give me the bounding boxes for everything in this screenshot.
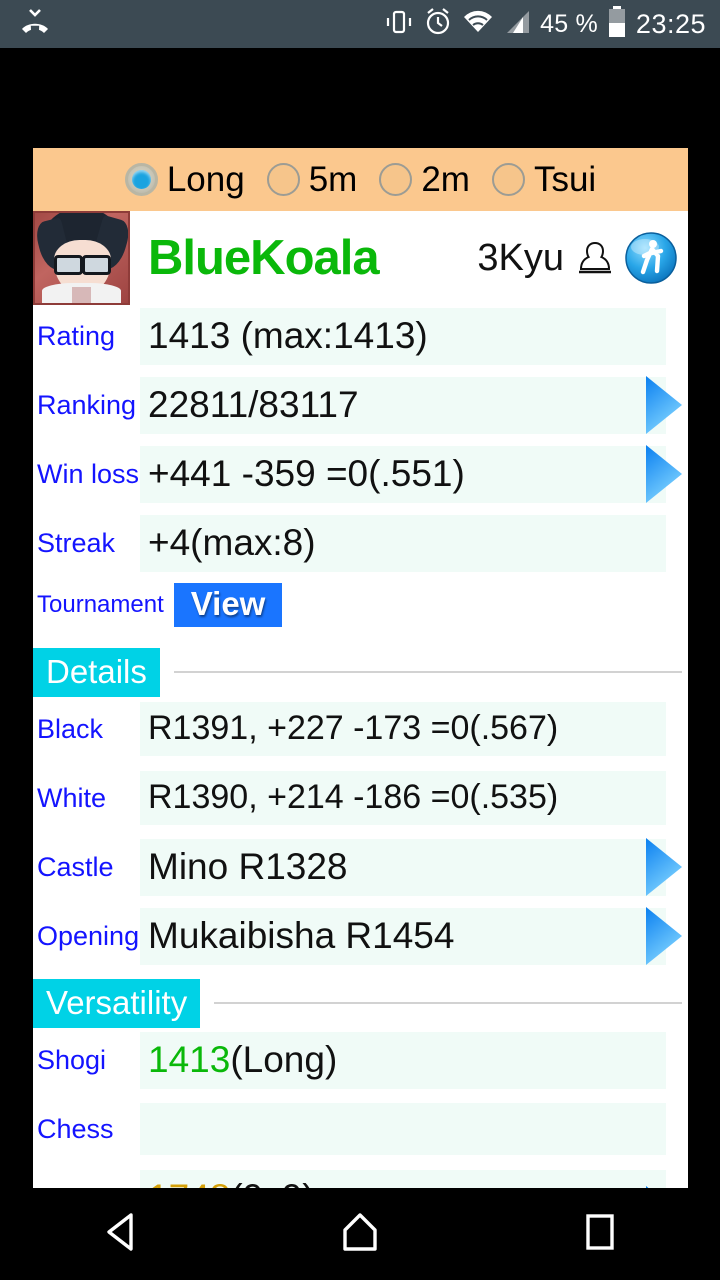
stat-label-streak: Streak <box>37 527 116 558</box>
versatility-row-chess: Chess <box>33 1098 688 1160</box>
versatility-header-chip: Versatility <box>33 978 201 1028</box>
back-triangle-icon <box>101 1211 139 1258</box>
versatility-value-go: 1748(9x9) <box>140 1169 666 1189</box>
radio-5m-label: 5m <box>308 160 358 199</box>
nav-home-button[interactable] <box>300 1188 420 1280</box>
section-header-details: Details <box>33 646 688 698</box>
detail-value-black: R1391, +227 -173 =0(.567) <box>140 702 666 756</box>
android-navigation-bar <box>0 1188 720 1280</box>
versatility-label-chess: Chess <box>37 1113 114 1144</box>
radio-long-icon[interactable] <box>124 163 158 196</box>
stat-row-streak: Streak +4(max:8) <box>33 512 688 574</box>
versatility-divider <box>214 1002 682 1004</box>
detail-row-black: Black R1391, +227 -173 =0(.567) <box>33 698 688 760</box>
radio-5m-icon[interactable] <box>266 163 300 196</box>
cellular-signal-icon <box>503 9 531 40</box>
stat-value-winloss: +441 -359 =0(.551) <box>140 445 666 503</box>
radio-2m-label: 2m <box>421 160 470 199</box>
radio-tsui-label: Tsui <box>533 160 597 199</box>
detail-row-opening[interactable]: Opening Mukaibisha R1454 <box>33 905 688 967</box>
home-icon <box>339 1211 381 1258</box>
time-control-filter: Long 5m 2m Tsui <box>33 148 688 211</box>
phone-screen: 45 % 23:25 Long 5m 2m Tsui BlueKoala 3Ky… <box>0 0 720 1280</box>
nav-back-button[interactable] <box>60 1188 180 1280</box>
status-bar-right: 45 % 23:25 <box>384 5 706 43</box>
section-header-versatility: Versatility <box>33 977 688 1029</box>
clock: 23:25 <box>635 8 706 39</box>
versatility-row-go[interactable]: Go 1748(9x9) <box>33 1167 688 1188</box>
detail-label-black: Black <box>37 713 104 744</box>
radio-tsui-icon[interactable] <box>491 163 525 196</box>
stat-label-rating: Rating <box>37 320 116 351</box>
nav-recents-button[interactable] <box>540 1188 660 1280</box>
versatility-suffix-shogi: (Long) <box>230 1038 338 1080</box>
vibrate-icon <box>384 7 414 42</box>
versatility-rating-go: 1748 <box>148 1177 230 1189</box>
walking-status-icon[interactable] <box>624 231 678 285</box>
username: BlueKoala <box>148 230 380 285</box>
opening-chevron-right-icon[interactable] <box>644 905 684 967</box>
detail-label-castle: Castle <box>37 851 114 882</box>
stat-row-rating: Rating 1413 (max:1413) <box>33 305 688 367</box>
player-profile-card: Long 5m 2m Tsui BlueKoala 3Kyu Rating 14… <box>33 148 688 1188</box>
radio-2m-icon[interactable] <box>379 163 413 196</box>
detail-row-white: White R1390, +214 -186 =0(.535) <box>33 767 688 829</box>
detail-value-white: R1390, +214 -186 =0(.535) <box>140 771 666 825</box>
stat-row-ranking[interactable]: Ranking 22811/83117 <box>33 374 688 436</box>
versatility-row-shogi: Shogi 1413(Long) <box>33 1029 688 1091</box>
stat-label-tournament: Tournament <box>37 591 164 619</box>
stat-value-ranking: 22811/83117 <box>140 376 666 434</box>
player-rank: 3Kyu <box>477 237 564 279</box>
radio-long-label: Long <box>166 160 245 199</box>
detail-value-castle: Mino R1328 <box>140 838 666 896</box>
stat-label-winloss: Win loss <box>37 458 140 489</box>
detail-label-opening: Opening <box>37 920 140 951</box>
battery-icon <box>607 5 627 43</box>
details-header-chip: Details <box>33 647 160 697</box>
status-bar: 45 % 23:25 <box>0 0 720 48</box>
alarm-icon <box>423 7 453 42</box>
status-bar-left <box>18 7 52 42</box>
wifi-icon <box>462 9 494 40</box>
versatility-value-chess <box>140 1103 666 1155</box>
radio-option-tsui[interactable]: Tsui <box>481 162 607 197</box>
details-divider <box>173 671 682 673</box>
radio-option-5m[interactable]: 5m <box>256 162 369 197</box>
stat-value-streak: +4(max:8) <box>140 514 666 572</box>
tournament-view-button[interactable]: View <box>173 583 283 627</box>
missed-call-icon <box>18 7 52 42</box>
detail-value-opening: Mukaibisha R1454 <box>140 907 666 965</box>
versatility-label-shogi: Shogi <box>37 1044 107 1075</box>
avatar[interactable] <box>33 211 130 305</box>
winloss-chevron-right-icon[interactable] <box>644 443 684 505</box>
radio-option-long[interactable]: Long <box>114 162 256 197</box>
player-stamp-icon <box>574 237 616 279</box>
stat-label-ranking: Ranking <box>37 389 137 420</box>
stat-row-tournament: Tournament View <box>33 574 688 636</box>
battery-percent: 45 % <box>540 9 598 38</box>
profile-header: BlueKoala 3Kyu <box>33 211 688 305</box>
stat-row-winloss[interactable]: Win loss +441 -359 =0(.551) <box>33 443 688 505</box>
stat-value-rating: 1413 (max:1413) <box>140 307 666 365</box>
detail-label-white: White <box>37 782 107 813</box>
recents-square-icon <box>581 1211 619 1258</box>
ranking-chevron-right-icon[interactable] <box>644 374 684 436</box>
detail-row-castle[interactable]: Castle Mino R1328 <box>33 836 688 898</box>
castle-chevron-right-icon[interactable] <box>644 836 684 898</box>
versatility-suffix-go: (9x9) <box>230 1177 314 1189</box>
radio-option-2m[interactable]: 2m <box>368 162 481 197</box>
versatility-rating-shogi: 1413 <box>148 1038 231 1080</box>
versatility-value-shogi: 1413(Long) <box>140 1031 666 1089</box>
